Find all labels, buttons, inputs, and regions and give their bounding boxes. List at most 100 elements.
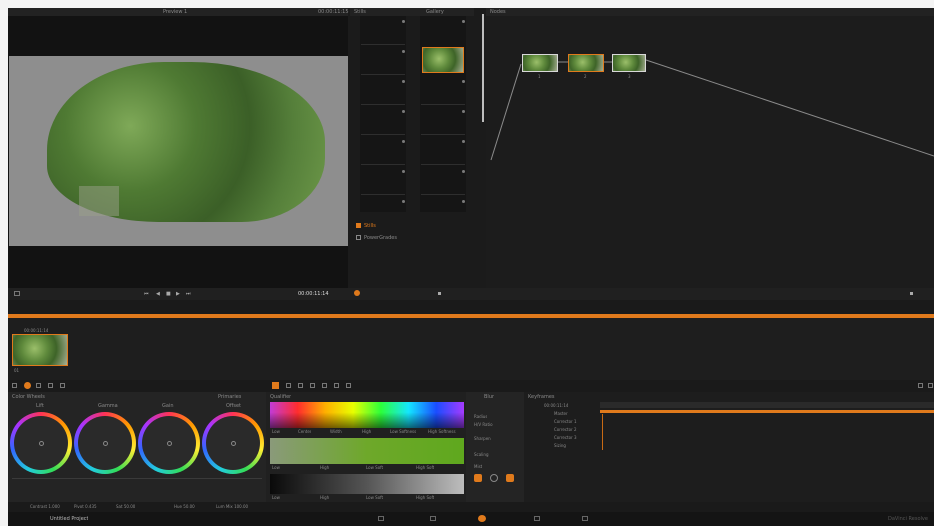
project-name: Untitled Project xyxy=(50,516,89,522)
blur-mode-icon[interactable] xyxy=(474,474,482,482)
gain-wheel[interactable] xyxy=(138,412,200,474)
contrast-value[interactable]: Contrast 1.000 xyxy=(30,504,60,509)
key-icon[interactable] xyxy=(322,383,327,388)
nodes-title: Nodes xyxy=(490,9,506,15)
camera-raw-icon[interactable] xyxy=(12,383,17,388)
stills-scrollbar[interactable] xyxy=(482,14,484,122)
gain-label: Gain xyxy=(162,403,174,409)
3d-icon[interactable] xyxy=(346,383,351,388)
gallery-tab[interactable]: Gallery xyxy=(426,9,444,15)
blur-panel: Blur Radius H/V Ratio Sharpen Scaling Mi… xyxy=(466,392,524,502)
pivot-value[interactable]: Pivot 0.435 xyxy=(74,504,97,509)
blur-icon[interactable] xyxy=(310,383,315,388)
offset-wheel[interactable] xyxy=(202,412,264,474)
tracker-icon[interactable] xyxy=(298,383,303,388)
sat-value[interactable]: Sat 50.00 xyxy=(116,504,135,509)
scroll-marker[interactable] xyxy=(438,292,441,295)
sizing-icon[interactable] xyxy=(334,383,339,388)
clip-thumbnail[interactable] xyxy=(12,334,68,366)
keyframes-panel: Keyframes 00:00:11:14 Master Corrector 1… xyxy=(524,392,934,502)
nodes-header: Nodes xyxy=(486,8,934,16)
hue-qualifier-bar[interactable] xyxy=(270,402,464,428)
lift-label: Lift xyxy=(36,403,44,409)
qualifier-title: Qualifier xyxy=(270,394,292,400)
edit-page-icon[interactable] xyxy=(430,516,436,521)
folder-icon xyxy=(356,235,361,240)
track-corrector-3: Corrector 3 xyxy=(554,435,577,440)
track-master: Master xyxy=(554,411,568,416)
hdr-icon[interactable] xyxy=(60,383,65,388)
playhead-timecode: 00:00:11:14 xyxy=(298,291,329,297)
sharpen-mode-icon[interactable] xyxy=(490,474,498,482)
stills-list-item-powergrades[interactable]: PowerGrades xyxy=(356,234,416,242)
viewer-canvas[interactable] xyxy=(8,16,348,288)
keyframe-master-track[interactable] xyxy=(600,410,934,413)
reverse-play-icon[interactable]: ◀ xyxy=(156,291,160,297)
color-wheels-title: Color Wheels xyxy=(12,394,45,400)
stills-header: Stills Gallery xyxy=(350,8,474,16)
stills-title: Stills xyxy=(354,9,366,15)
node-1[interactable] xyxy=(522,54,558,72)
audio-page-icon[interactable] xyxy=(582,516,588,521)
keyframe-ruler[interactable] xyxy=(600,402,934,408)
node-editor[interactable]: 1 2 3 xyxy=(486,16,934,288)
lift-wheel[interactable] xyxy=(10,412,72,474)
deliver-page-icon[interactable] xyxy=(534,516,540,521)
node-3[interactable] xyxy=(612,54,646,72)
mist-label: Mist xyxy=(474,464,483,469)
curves-icon[interactable] xyxy=(36,383,41,388)
play-icon[interactable]: ▶ xyxy=(176,291,180,297)
gamma-wheel[interactable] xyxy=(74,412,136,474)
color-page-icon[interactable] xyxy=(478,515,486,522)
timeline-ruler[interactable] xyxy=(8,300,934,314)
clip-index: 01 xyxy=(14,368,20,373)
luminance-qualifier-bar[interactable] xyxy=(270,474,464,494)
still-thumbnail[interactable] xyxy=(422,47,464,73)
node-1-label: 1 xyxy=(538,74,541,79)
loop-icon[interactable] xyxy=(14,291,20,296)
node-2[interactable] xyxy=(568,54,604,72)
viewer-title: Preview 1 xyxy=(163,9,188,15)
folder-icon xyxy=(356,223,361,228)
stills-list-item-stills[interactable]: Stills xyxy=(356,222,416,230)
hv-ratio-label: H/V Ratio xyxy=(474,422,493,427)
saturation-qualifier-bar[interactable] xyxy=(270,438,464,464)
track-corrector-2: Corrector 2 xyxy=(554,427,577,432)
node-2-label: 2 xyxy=(584,74,587,79)
info-icon[interactable] xyxy=(928,383,933,388)
color-wheels-icon[interactable] xyxy=(24,382,31,389)
track-corrector-1: Corrector 1 xyxy=(554,419,577,424)
viewer-image xyxy=(9,56,348,246)
record-icon[interactable] xyxy=(354,290,360,296)
wheel-values xyxy=(12,484,262,490)
transport-bar: ⏮ ◀ ■ ▶ ⏭ 00:00:11:14 xyxy=(8,288,934,300)
keyframe-playhead xyxy=(602,414,603,450)
gamma-label: Gamma xyxy=(98,403,118,409)
keyframes-title: Keyframes xyxy=(528,394,555,400)
motion-icon[interactable] xyxy=(48,383,53,388)
stills-column-1 xyxy=(360,16,406,212)
track-sizing: Sizing xyxy=(554,443,566,448)
adjust-bar: Contrast 1.000 Pivot 0.435 Sat 50.00 Hue… xyxy=(8,502,934,512)
media-page-icon[interactable] xyxy=(378,516,384,521)
blur-title: Blur xyxy=(484,394,495,400)
forward-icon[interactable]: ⏭ xyxy=(186,291,191,297)
qualifier-icon[interactable] xyxy=(272,382,279,389)
viewer-timecode: 00:00:11:15 xyxy=(318,9,349,15)
stills-column-2 xyxy=(420,16,466,212)
color-wheels-mode[interactable]: Primaries xyxy=(218,394,241,400)
mist-mode-icon[interactable] xyxy=(506,474,514,482)
color-wheels-panel: Color Wheels Primaries Lift Gamma Gain O… xyxy=(8,392,266,502)
scaling-label: Scaling xyxy=(474,452,489,457)
stop-icon[interactable]: ■ xyxy=(166,291,171,297)
clip-strip: 00:00:11:14 01 xyxy=(8,318,934,380)
clip-timecode: 00:00:11:14 xyxy=(24,328,49,333)
zoom-marker[interactable] xyxy=(910,292,913,295)
scopes-icon[interactable] xyxy=(918,383,923,388)
window-icon[interactable] xyxy=(286,383,291,388)
rewind-icon[interactable]: ⏮ xyxy=(144,291,149,297)
sharpen-label: Sharpen xyxy=(474,436,491,441)
hue-value[interactable]: Hue 50.00 xyxy=(174,504,195,509)
lum-mix-value[interactable]: Lum Mix 100.00 xyxy=(216,504,248,509)
qualifier-panel: Qualifier Low Center Width High Low Soft… xyxy=(266,392,466,502)
